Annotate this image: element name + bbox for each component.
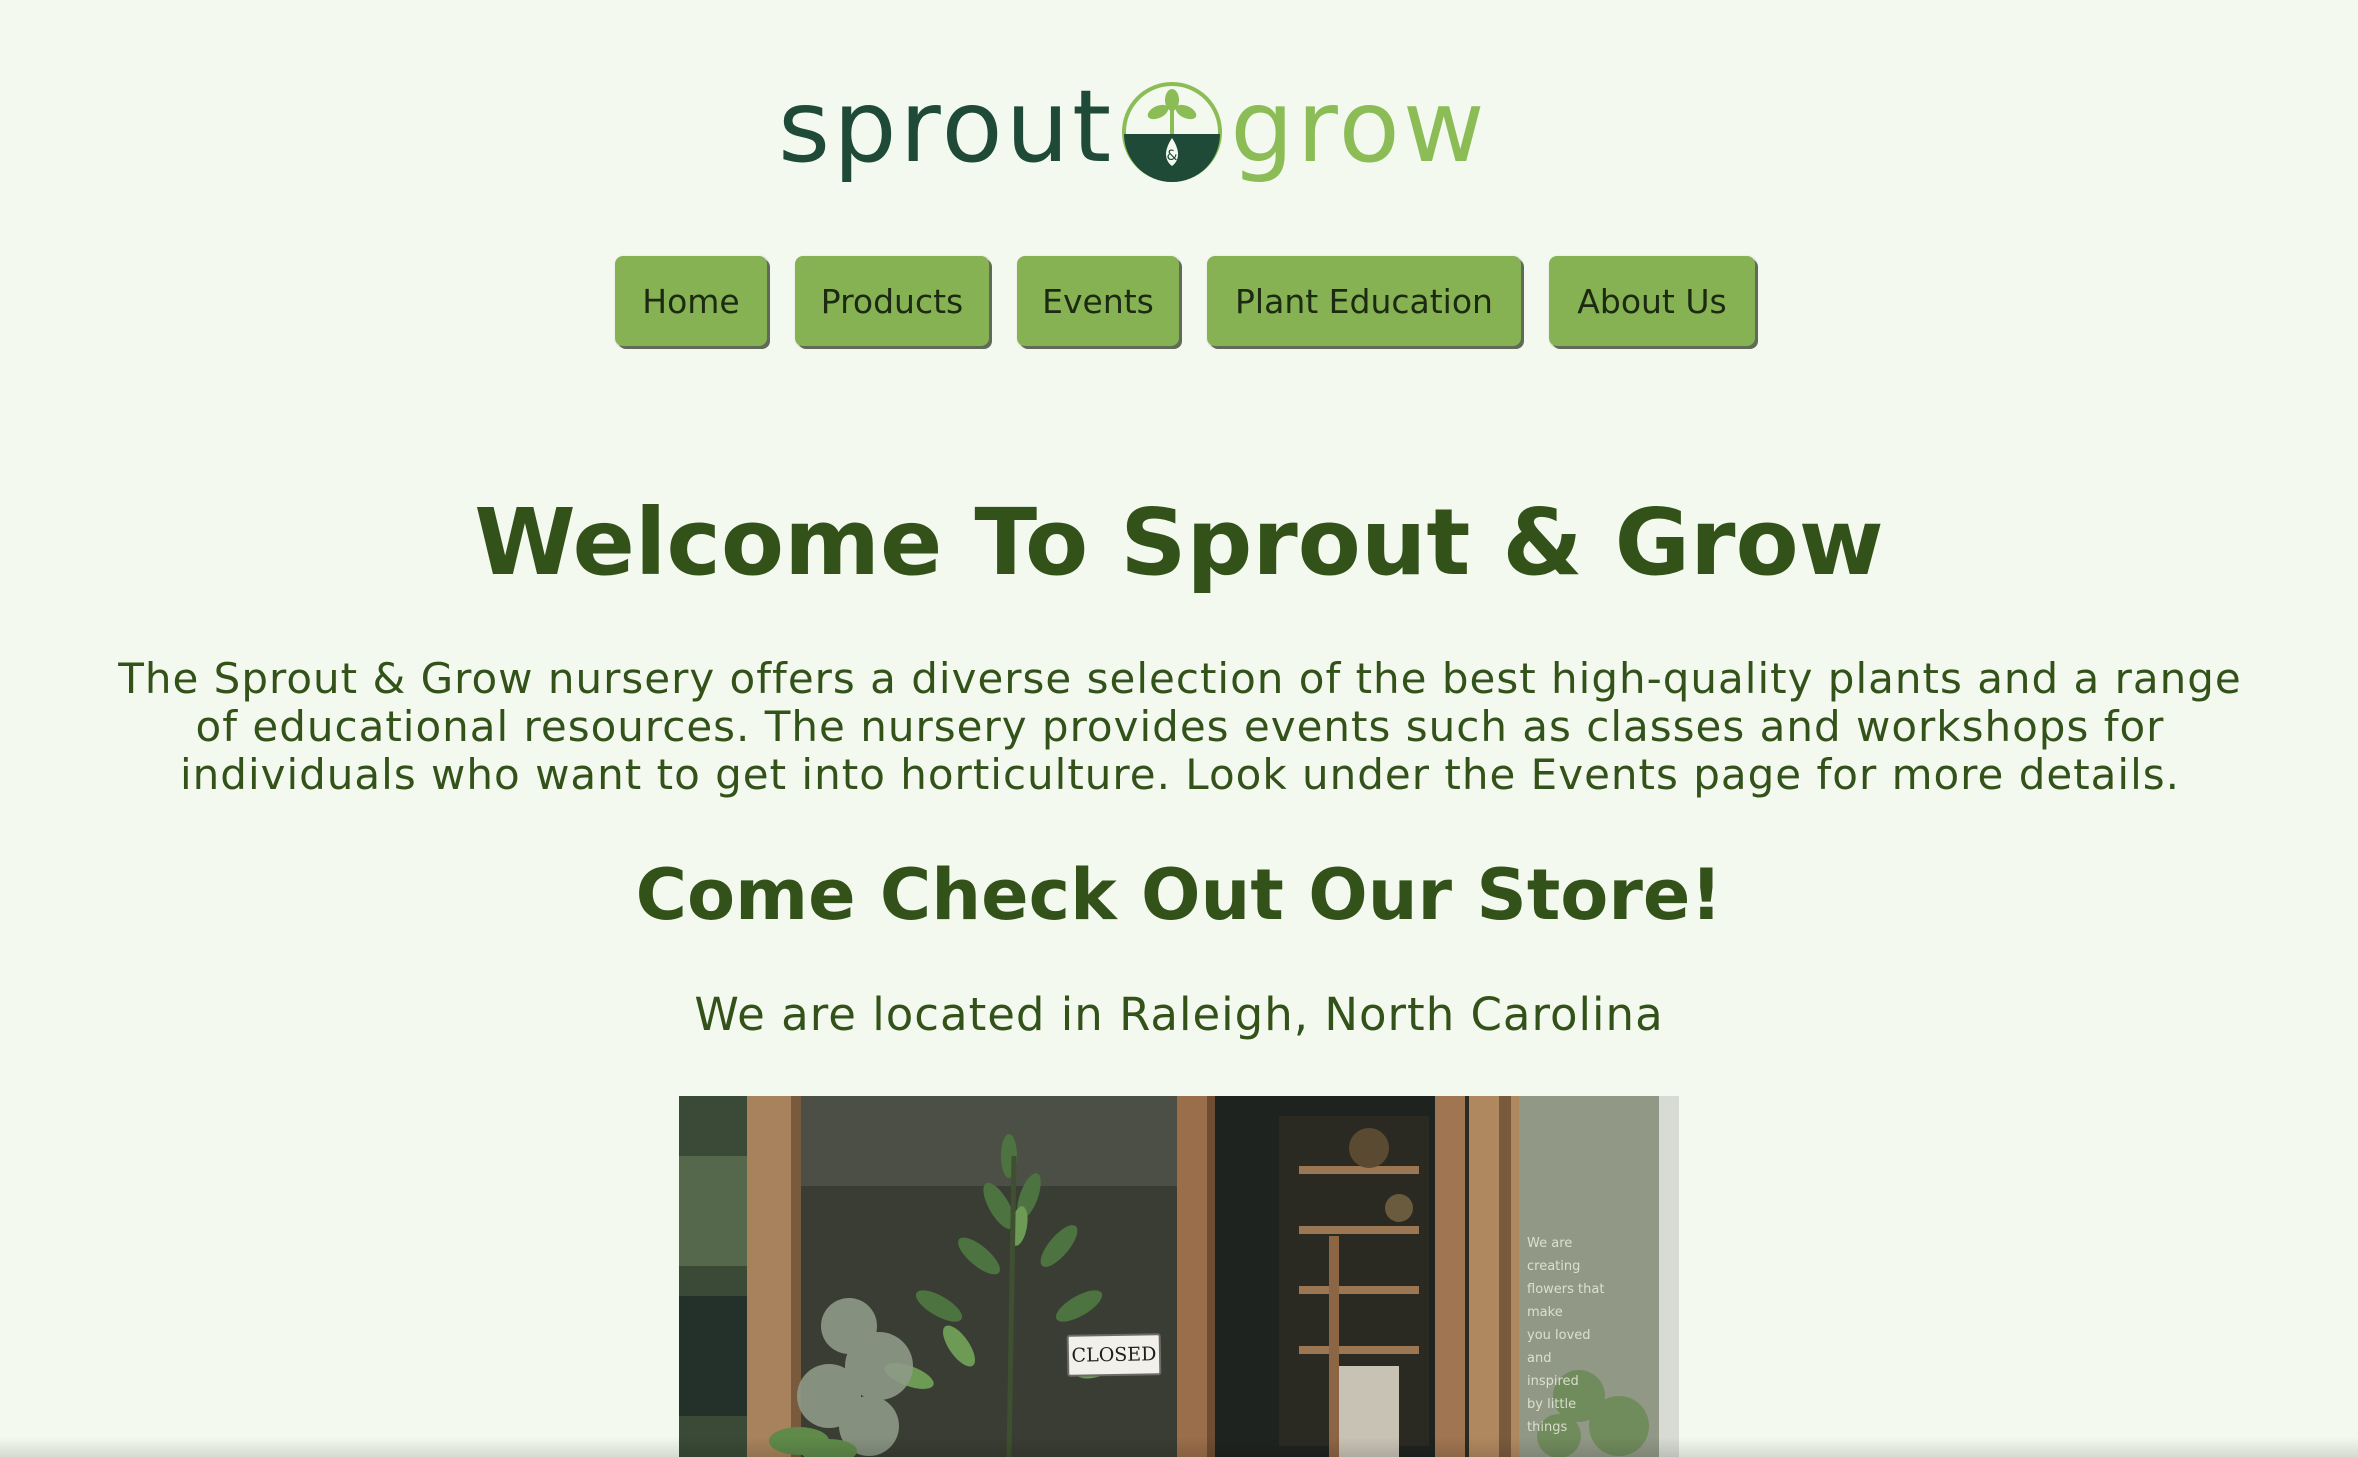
page-title: Welcome To Sprout & Grow	[474, 489, 1884, 596]
store-photo: CLOSED We are creating flowers that make…	[679, 1096, 1679, 1457]
nav-button-products[interactable]: Products	[795, 256, 989, 346]
logo-ampersand: &	[1167, 148, 1178, 164]
main-nav: Home Products Events Plant Education Abo…	[0, 256, 2358, 346]
page: sprout & grow Home Products Events Plant…	[0, 0, 2358, 1457]
location-text: We are located in Raleigh, North Carolin…	[694, 988, 1664, 1041]
intro-paragraph: The Sprout & Grow nursery offers a diver…	[118, 654, 2242, 799]
logo-word-grow: grow	[1230, 68, 1488, 185]
logo-word-sprout: sprout	[778, 68, 1115, 185]
bottom-shadow	[0, 1437, 2358, 1457]
store-heading: Come Check Out Our Store!	[635, 854, 1723, 936]
nav-button-about-us[interactable]: About Us	[1549, 256, 1755, 346]
sprout-logo-icon: &	[1122, 82, 1223, 182]
closed-sign: CLOSED	[1066, 1333, 1162, 1377]
nav-button-plant-education[interactable]: Plant Education	[1207, 256, 1521, 346]
closed-sign-text: CLOSED	[1071, 1343, 1157, 1367]
nav-button-events[interactable]: Events	[1017, 256, 1179, 346]
site-logo[interactable]: sprout & grow	[778, 62, 1492, 192]
nav-button-home[interactable]: Home	[615, 256, 767, 346]
window-lettering: We are creating flowers that make you lo…	[1527, 1236, 1605, 1435]
